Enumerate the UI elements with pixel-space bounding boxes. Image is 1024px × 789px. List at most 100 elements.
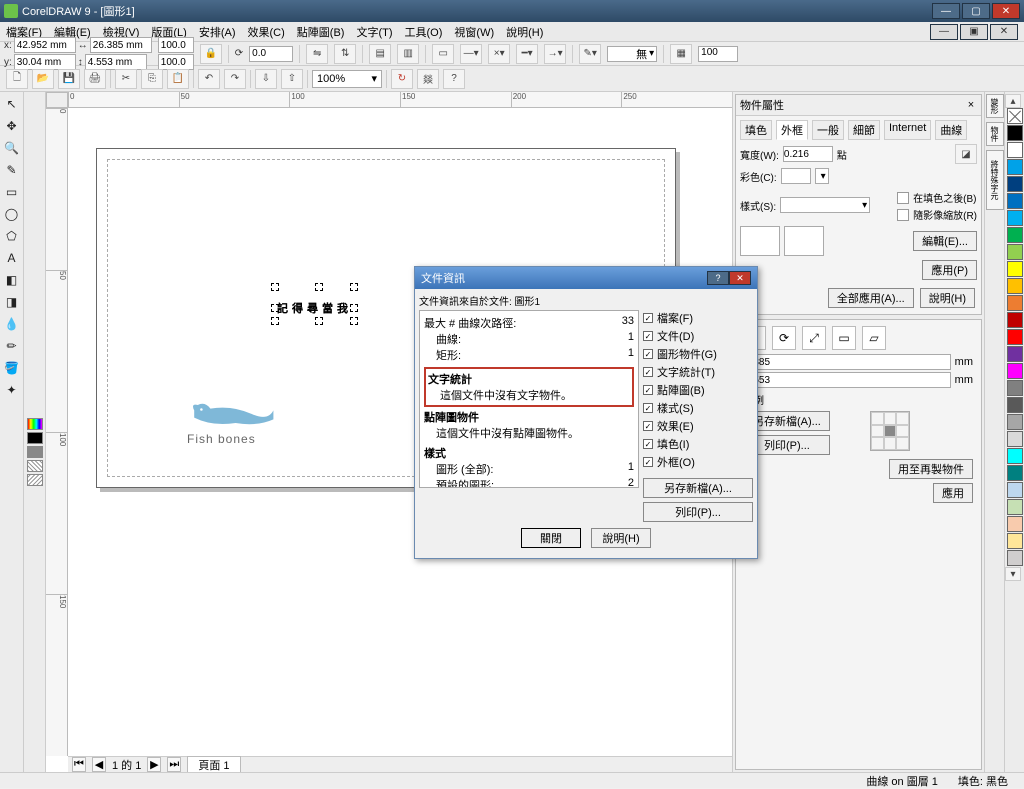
menu-effects[interactable]: 效果(C) (248, 24, 285, 40)
dialog-close-button[interactable]: 關閉 (521, 528, 581, 548)
size-h-input[interactable] (744, 354, 951, 370)
skew-mode-icon[interactable]: ▱ (862, 326, 886, 350)
color-swatch[interactable] (1007, 533, 1023, 549)
color-swatch[interactable] (1007, 244, 1023, 260)
fill-tool-icon[interactable]: 🪣 (2, 358, 22, 378)
interactive-tool-icon[interactable]: ✦ (2, 380, 22, 400)
undo-icon[interactable]: ↶ (198, 69, 220, 89)
start-cap-well[interactable] (740, 226, 780, 256)
apply-duplicate-button[interactable]: 用至再製物件 (889, 459, 973, 479)
rotation-input[interactable]: 0.0 (249, 46, 293, 62)
script-icon[interactable]: 燚 (417, 69, 439, 89)
color-swatch[interactable] (1007, 295, 1023, 311)
color-swatch[interactable] (1007, 482, 1023, 498)
to-back-icon[interactable]: ▥ (397, 44, 419, 64)
size-v-input[interactable] (744, 372, 951, 388)
outline-width-dropdown[interactable]: 無 (607, 46, 657, 62)
close-button[interactable]: ✕ (992, 3, 1020, 19)
tab-internet[interactable]: Internet (884, 120, 931, 140)
convert-icon[interactable]: ▦ (670, 44, 692, 64)
freehand-tool-icon[interactable]: ✎ (2, 160, 22, 180)
new-icon[interactable]: 🗋 (6, 69, 28, 89)
start-arrow-icon[interactable]: ×▾ (488, 44, 510, 64)
menu-window[interactable]: 視窗(W) (454, 24, 494, 40)
dialog-titlebar[interactable]: 文件資訊 ? ✕ (415, 267, 757, 289)
color-swatch[interactable] (1007, 380, 1023, 396)
color-swatch[interactable] (1007, 414, 1023, 430)
chk-style[interactable]: ✓ (643, 403, 653, 413)
pick-tool-icon[interactable]: ↖ (2, 94, 22, 114)
chk-effect[interactable]: ✓ (643, 421, 653, 431)
menu-arrange[interactable]: 安排(A) (199, 24, 236, 40)
anchor-grid[interactable] (870, 411, 910, 451)
color-swatch[interactable] (1007, 176, 1023, 192)
doc-restore-button[interactable]: ▣ (960, 24, 988, 40)
refresh-icon[interactable]: ↻ (391, 69, 413, 89)
side-tab-3[interactable]: 將特殊字元 (986, 150, 1004, 210)
color-swatch[interactable] (1007, 312, 1023, 328)
chk-outline[interactable]: ✓ (643, 457, 653, 467)
prev-page-button[interactable]: ◀ (92, 757, 106, 772)
selected-curve-text[interactable]: 記得尋當我 (277, 289, 352, 319)
ruler-origin[interactable] (46, 92, 68, 108)
outline-style-icon[interactable]: —▾ (460, 44, 482, 64)
outline-style-dropdown[interactable] (780, 197, 870, 213)
color-swatch[interactable] (1007, 499, 1023, 515)
first-page-button[interactable]: ⏮ (72, 757, 86, 772)
dialog-help-button[interactable]: 說明(H) (591, 528, 651, 548)
color-swatch[interactable] (1007, 227, 1023, 243)
maximize-button[interactable]: ▢ (962, 3, 990, 19)
w-input[interactable]: 26.385 mm (90, 37, 152, 53)
eyedropper-tool-icon[interactable]: 💧 (2, 314, 22, 334)
txfm-apply-button[interactable]: 應用 (933, 483, 973, 503)
chk-file[interactable]: ✓ (643, 313, 653, 323)
gray-swatch[interactable] (27, 446, 43, 458)
color-swatch[interactable] (1007, 159, 1023, 175)
mirror-v-icon[interactable]: ⇅ (334, 44, 356, 64)
chk-bitmap[interactable]: ✓ (643, 385, 653, 395)
logo-group[interactable]: Fish bones (187, 399, 277, 446)
color-swatch[interactable] (1007, 397, 1023, 413)
edit-outline-button[interactable]: 編輯(E)... (913, 231, 977, 251)
scale-x-input[interactable]: 100.0 (158, 37, 194, 53)
apply-all-button[interactable]: 全部應用(A)... (828, 288, 914, 308)
side-tab-2[interactable]: 物件 (986, 122, 1004, 146)
tab-outline[interactable]: 外框 (776, 120, 808, 140)
dialog-saveas-button[interactable]: 另存新檔(A)... (643, 478, 753, 498)
minimize-button[interactable]: — (932, 3, 960, 19)
color-swatch[interactable] (1007, 261, 1023, 277)
outline-width-icon[interactable]: ✎▾ (579, 44, 601, 64)
export-icon[interactable]: ⇧ (281, 69, 303, 89)
color-swatch[interactable] (1007, 363, 1023, 379)
interactive-transp-icon[interactable]: ◨ (2, 292, 22, 312)
zoom-tool-icon[interactable]: 🔍 (2, 138, 22, 158)
tab-curve[interactable]: 曲線 (935, 120, 967, 140)
pattern2-swatch[interactable] (27, 474, 43, 486)
rectangle-tool-icon[interactable]: ▭ (2, 182, 22, 202)
outline-width-input[interactable] (783, 146, 833, 162)
menu-bitmap[interactable]: 點陣圖(B) (297, 24, 345, 40)
scale-mode-icon[interactable]: ⤢ (802, 326, 826, 350)
advanced-outline-icon[interactable]: ◪ (955, 144, 977, 164)
color-swatch[interactable] (1007, 516, 1023, 532)
line-style-icon[interactable]: ━▾ (516, 44, 538, 64)
nudge-input[interactable]: 100 (698, 46, 738, 62)
menu-tools[interactable]: 工具(O) (405, 24, 443, 40)
black-swatch[interactable] (27, 432, 43, 444)
side-tab-1[interactable]: 變形 (986, 94, 1004, 118)
dialog-print-button[interactable]: 列印(P)... (643, 502, 753, 522)
color-swatch[interactable] (1007, 278, 1023, 294)
ellipse-tool-icon[interactable]: ◯ (2, 204, 22, 224)
help-icon[interactable]: ? (443, 69, 465, 89)
cut-icon[interactable]: ✂ (115, 69, 137, 89)
palette-down-icon[interactable]: ▾ (1005, 567, 1021, 581)
paste-icon[interactable]: 📋 (167, 69, 189, 89)
redo-icon[interactable]: ↷ (224, 69, 246, 89)
doc-close-button[interactable]: ✕ (990, 24, 1018, 40)
ruler-horizontal[interactable]: 0 50 100 150 200 250 (68, 92, 732, 108)
import-icon[interactable]: ⇩ (255, 69, 277, 89)
color-swatch[interactable] (1007, 329, 1023, 345)
ruler-vertical[interactable]: 050100150 (46, 108, 68, 756)
size-mode-icon[interactable]: ▭ (832, 326, 856, 350)
docker-help-button[interactable]: 說明(H) (920, 288, 975, 308)
